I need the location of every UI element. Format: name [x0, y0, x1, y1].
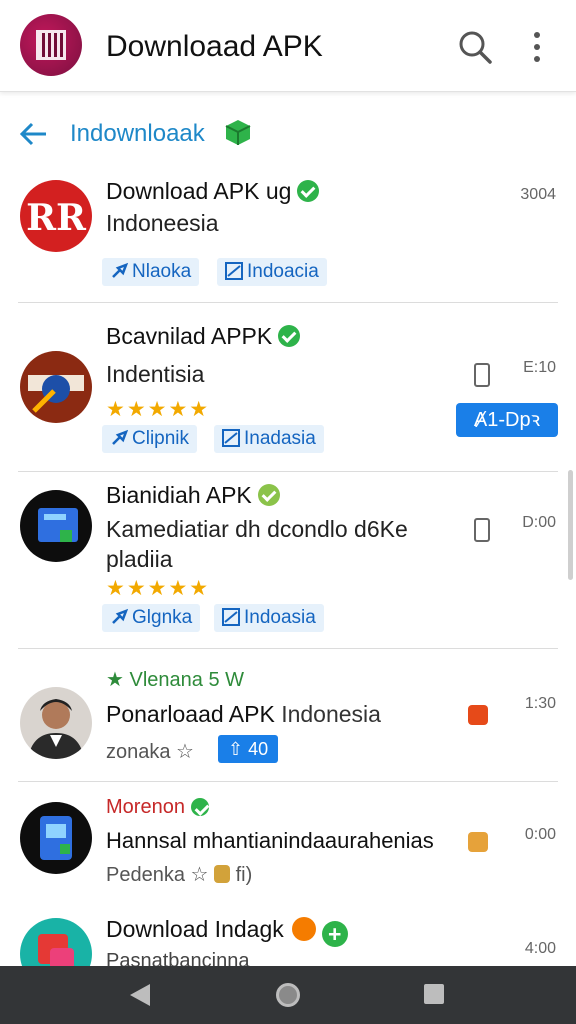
svg-text:RR: RR	[26, 197, 87, 239]
item-title: Download Indagk	[106, 916, 284, 942]
open-button[interactable]: Ⱥ1-Dpꝛ	[456, 403, 558, 437]
more-vert-icon[interactable]	[530, 30, 544, 64]
item-time: E:10	[523, 359, 556, 376]
item-subtitle: Indentisia	[106, 361, 205, 387]
item-title-suffix: Indonesia	[281, 701, 381, 727]
item-sub: Pasnatbancinna	[106, 950, 250, 966]
item-time: 0:00	[524, 826, 556, 843]
app-icon	[20, 918, 92, 966]
verified-icon	[257, 484, 280, 506]
arrow-back-icon[interactable]	[18, 118, 50, 150]
item-meta: zonaka ☆	[106, 741, 194, 763]
tag-chip[interactable]: Clipnik	[102, 425, 198, 453]
back-label[interactable]: Indownloaak	[70, 120, 205, 148]
profile-avatar	[20, 687, 92, 759]
app-badge-icon	[468, 832, 488, 852]
flag-icon	[222, 429, 240, 447]
app-badge-icon	[468, 705, 488, 725]
tag-chip[interactable]: Glgnka	[102, 604, 201, 632]
item-header: Vlenana 5 W	[129, 669, 245, 691]
qr-logo-icon[interactable]	[20, 14, 82, 76]
scrollbar[interactable]	[568, 470, 573, 580]
item-sub: Pedenka ☆	[106, 864, 209, 886]
flag-icon	[225, 262, 243, 280]
system-nav-bar	[0, 966, 576, 1024]
rating-stars: ★★★★★	[106, 577, 211, 600]
list-item[interactable]: Bcavnilad APPK Indentisia ★★★★★ E:10 Ⱥ1-…	[0, 303, 576, 471]
list-item[interactable]: Morenon Hannsal mhantianindaaurahenias P…	[0, 782, 576, 900]
list-item[interactable]: Bianidiah APK Kamediatiar dh dcondlo d6K…	[0, 472, 576, 648]
item-title: Download APK ug	[106, 178, 292, 204]
package-icon	[225, 120, 251, 145]
tag-chip[interactable]: Indoacia	[217, 258, 327, 286]
item-sub-suffix: fi)	[235, 864, 253, 886]
nav-back-icon[interactable]	[130, 984, 150, 1006]
fruit-icon	[214, 865, 231, 883]
tag-chip[interactable]: Nlaoka	[102, 258, 200, 286]
star-icon: ★	[106, 669, 124, 691]
item-title: Bcavnilad APPK	[106, 323, 273, 349]
tag-chip[interactable]: Inadasia	[214, 425, 324, 453]
back-row[interactable]: Indownloaak	[0, 112, 576, 158]
verified-icon	[297, 180, 320, 202]
pin-icon	[112, 429, 128, 445]
phone-icon	[474, 518, 490, 542]
pin-icon	[112, 262, 128, 278]
item-subtitle-line2: pladiia	[106, 546, 173, 572]
item-subtitle: Indoneesia	[106, 210, 219, 236]
app-icon	[20, 802, 92, 874]
verified-icon	[278, 325, 301, 347]
pin-icon	[112, 608, 128, 624]
flag-icon	[222, 608, 240, 626]
app-icon	[20, 351, 92, 423]
search-icon[interactable]	[458, 30, 492, 64]
app-icon	[20, 490, 92, 562]
list-item[interactable]: Download Indagk + Pasnatbancinna 4:00	[0, 900, 576, 966]
phone-icon	[474, 363, 490, 387]
item-time: 1:30	[524, 695, 556, 712]
item-time: 3004	[520, 186, 556, 203]
app-icon: RR	[20, 180, 92, 252]
nav-home-icon[interactable]	[276, 983, 300, 1007]
item-title: Ponarloaad APK	[106, 701, 275, 727]
tag-chip[interactable]: Indoasia	[214, 604, 324, 632]
rating-stars: ★★★★★	[106, 398, 211, 421]
app-bar: Downloaad APK	[0, 0, 576, 92]
orange-badge-icon	[291, 917, 316, 941]
list-item[interactable]: ★ Vlenana 5 W Ponarloaad APK Indonesia z…	[0, 649, 576, 781]
item-subtitle: Kamediatiar dh dcondlo d6Ke	[106, 516, 408, 542]
upload-button[interactable]: ⇧ 40	[218, 735, 279, 763]
item-time: D:00	[522, 514, 556, 531]
app-title: Downloaad APK	[106, 30, 323, 63]
list-item[interactable]: RR Download APK ug Indoneesia 3004 Nlaok…	[0, 170, 576, 302]
add-icon[interactable]: +	[321, 921, 348, 947]
nav-recents-icon[interactable]	[424, 984, 444, 1004]
verified-icon	[190, 798, 209, 816]
item-time: 4:00	[524, 940, 556, 957]
item-header: Morenon	[106, 796, 185, 818]
item-title: Bianidiah APK	[106, 482, 252, 508]
item-title: Hannsal mhantianindaaurahenias	[106, 828, 434, 853]
